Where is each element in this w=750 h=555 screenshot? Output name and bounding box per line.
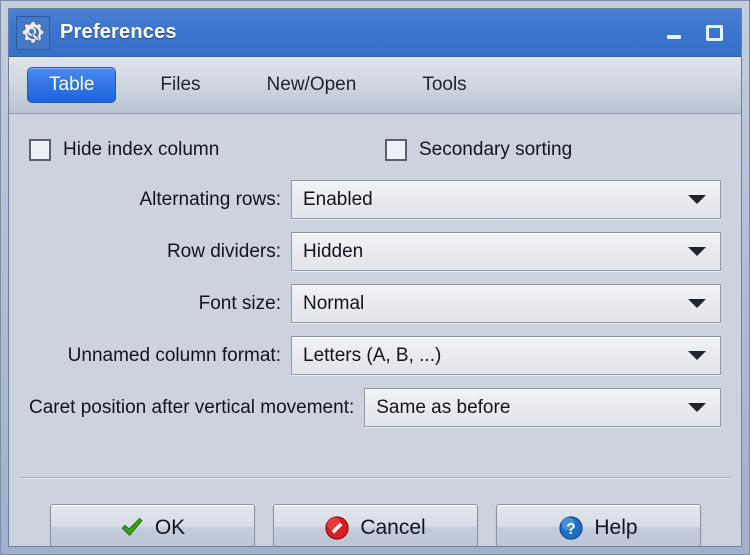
field-row-caret-position: Caret position after vertical movement: … xyxy=(29,387,721,428)
svg-text:?: ? xyxy=(567,521,576,538)
help-button[interactable]: ? Help xyxy=(495,504,701,546)
checkbox-hide-index-column-label: Hide index column xyxy=(63,139,220,160)
green-check-icon xyxy=(119,515,145,541)
minimize-button[interactable] xyxy=(663,22,685,44)
table-settings-page: Hide index column Secondary sorting Alte… xyxy=(9,114,741,493)
window-frame: Preferences Table Files New/Open Tools H… xyxy=(0,0,750,555)
checkbox-secondary-sorting-box[interactable] xyxy=(385,139,407,161)
maximize-icon xyxy=(705,24,723,41)
dropdown-row-dividers-value: Hidden xyxy=(303,240,364,262)
preferences-gear-wrench-icon xyxy=(16,15,50,50)
preferences-window: Preferences Table Files New/Open Tools H… xyxy=(0,0,750,555)
dropdown-unnamed-column-format[interactable]: Letters (A, B, ...) xyxy=(291,336,721,375)
tab-files[interactable]: Files xyxy=(138,67,222,103)
ok-button[interactable]: OK xyxy=(49,504,255,546)
divider xyxy=(19,477,731,479)
window-title: Preferences xyxy=(60,21,177,43)
label-row-dividers: Row dividers: xyxy=(166,240,281,262)
checkbox-hide-index-column[interactable]: Hide index column xyxy=(29,139,385,161)
dropdown-caret-position-value: Same as before xyxy=(376,396,511,418)
chevron-down-icon xyxy=(688,403,706,412)
blue-question-icon: ? xyxy=(558,515,584,541)
cancel-button-label: Cancel xyxy=(360,515,426,539)
tab-new-open-label: New/Open xyxy=(266,74,357,95)
tab-tools-label: Tools xyxy=(422,74,467,95)
chevron-down-icon xyxy=(688,247,706,256)
chevron-down-icon xyxy=(688,351,706,360)
label-unnamed-column-format: Unnamed column format: xyxy=(67,344,281,366)
maximize-button[interactable] xyxy=(703,22,725,44)
dialog-button-bar: OK Cancel ? Help xyxy=(9,493,741,546)
checkbox-secondary-sorting-label: Secondary sorting xyxy=(419,139,573,160)
field-row-font-size: Font size: Normal xyxy=(29,283,721,324)
field-row-unnamed-column-format: Unnamed column format: Letters (A, B, ..… xyxy=(29,335,721,376)
title-bar[interactable]: Preferences xyxy=(9,9,741,57)
dropdown-alternating-rows[interactable]: Enabled xyxy=(291,180,721,219)
tab-table-label: Table xyxy=(49,74,95,95)
dropdown-font-size-value: Normal xyxy=(303,292,365,314)
dropdown-row-dividers[interactable]: Hidden xyxy=(291,232,721,271)
tab-bar: Table Files New/Open Tools xyxy=(9,57,741,114)
checkbox-row: Hide index column Secondary sorting xyxy=(29,132,721,168)
checkbox-hide-index-column-box[interactable] xyxy=(29,139,51,161)
help-button-label: Help xyxy=(594,515,638,539)
field-row-row-dividers: Row dividers: Hidden xyxy=(29,231,721,272)
checkbox-secondary-sorting[interactable]: Secondary sorting xyxy=(385,139,572,161)
red-cancel-icon xyxy=(324,515,350,541)
tab-new-open[interactable]: New/Open xyxy=(245,67,379,103)
tab-table[interactable]: Table xyxy=(27,67,117,103)
dropdown-caret-position[interactable]: Same as before xyxy=(364,388,721,427)
label-caret-position: Caret position after vertical movement: xyxy=(29,396,355,418)
window-inner: Preferences Table Files New/Open Tools H… xyxy=(8,8,742,547)
label-alternating-rows: Alternating rows: xyxy=(139,188,281,210)
ok-button-label: OK xyxy=(154,515,186,539)
cancel-button[interactable]: Cancel xyxy=(272,504,478,546)
dropdown-alternating-rows-value: Enabled xyxy=(303,188,373,210)
label-font-size: Font size: xyxy=(198,292,281,314)
dropdown-unnamed-column-format-value: Letters (A, B, ...) xyxy=(303,344,442,366)
tab-files-label: Files xyxy=(160,74,201,95)
chevron-down-icon xyxy=(688,299,706,308)
chevron-down-icon xyxy=(688,195,706,204)
field-row-alternating-rows: Alternating rows: Enabled xyxy=(29,179,721,220)
tab-tools[interactable]: Tools xyxy=(400,67,488,103)
dropdown-font-size[interactable]: Normal xyxy=(291,284,721,323)
window-controls xyxy=(663,22,735,44)
minimize-icon xyxy=(667,35,681,39)
